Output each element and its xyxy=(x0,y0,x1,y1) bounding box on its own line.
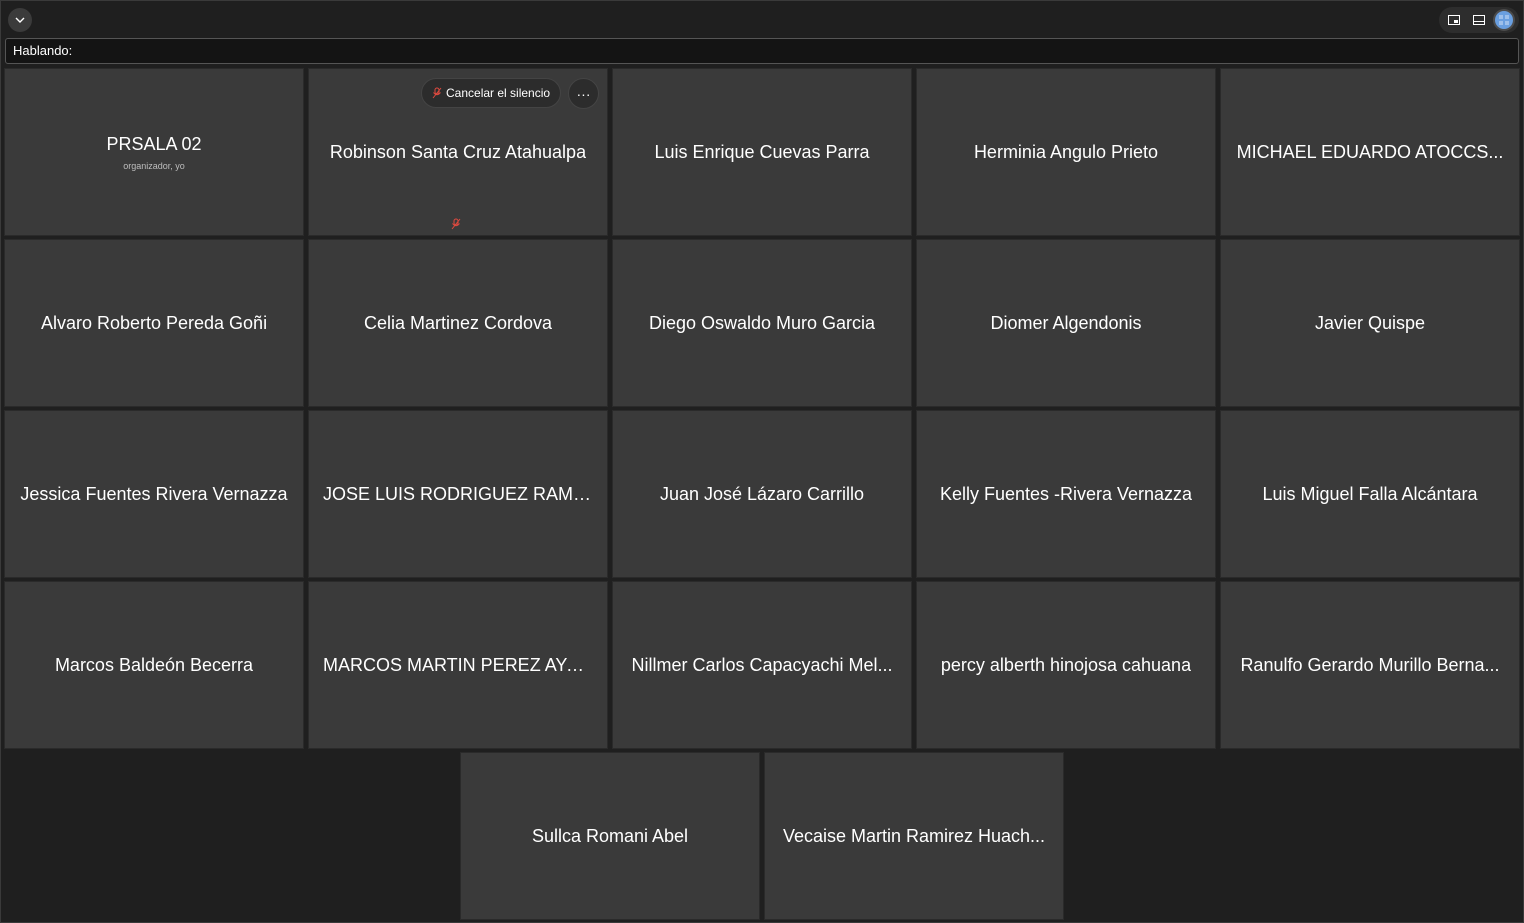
participant-tile[interactable]: percy alberth hinojosa cahuana xyxy=(916,581,1216,749)
participant-name: Celia Martinez Cordova xyxy=(363,312,553,333)
participant-tile[interactable]: Luis Miguel Falla Alcántara xyxy=(1220,410,1520,578)
participant-name: Diego Oswaldo Muro Garcia xyxy=(648,312,876,333)
participant-tile[interactable]: Kelly Fuentes -Rivera Vernazza xyxy=(916,410,1216,578)
more-options-button[interactable]: ··· xyxy=(568,78,599,109)
more-icon: ··· xyxy=(576,85,591,102)
participant-tile[interactable]: Ranulfo Gerardo Murillo Berna... xyxy=(1220,581,1520,749)
participant-tile[interactable]: Javier Quispe xyxy=(1220,239,1520,407)
participant-tile[interactable]: Marcos Baldeón Becerra xyxy=(4,581,304,749)
mic-off-icon xyxy=(451,218,461,230)
filmstrip-button[interactable] xyxy=(1468,9,1490,31)
participant-tile[interactable]: Vecaise Martin Ramirez Huach... xyxy=(764,752,1064,920)
participant-tile[interactable]: Herminia Angulo Prieto xyxy=(916,68,1216,236)
participant-name: JOSE LUIS RODRIGUEZ RAMIR... xyxy=(323,483,593,504)
picture-in-picture-button[interactable] xyxy=(1443,9,1465,31)
participant-name: Ranulfo Gerardo Murillo Berna... xyxy=(1240,654,1500,675)
filmstrip-icon xyxy=(1472,15,1485,25)
participant-name: Alvaro Roberto Pereda Goñi xyxy=(40,312,268,333)
participant-tile[interactable]: Diego Oswaldo Muro Garcia xyxy=(612,239,912,407)
mic-off-icon xyxy=(432,87,442,99)
participant-tile[interactable]: Alvaro Roberto Pereda Goñi xyxy=(4,239,304,407)
participant-name: Jessica Fuentes Rivera Vernazza xyxy=(20,483,288,504)
participant-tile[interactable]: Cancelar el silencio ··· Robinson Santa … xyxy=(308,68,608,236)
speaking-indicator: Hablando: xyxy=(5,38,1519,64)
participant-name: Kelly Fuentes -Rivera Vernazza xyxy=(939,483,1193,504)
participant-tile[interactable]: Sullca Romani Abel xyxy=(460,752,760,920)
picture-in-picture-icon xyxy=(1447,15,1460,25)
participant-name: MARCOS MARTIN PEREZ AYA... xyxy=(323,654,593,675)
chevron-down-icon xyxy=(15,17,25,23)
participant-tile[interactable]: Jessica Fuentes Rivera Vernazza xyxy=(4,410,304,578)
participant-role: organizador, yo xyxy=(123,160,185,171)
view-switcher xyxy=(1439,7,1519,33)
participant-name: Luis Enrique Cuevas Parra xyxy=(654,141,870,162)
participant-tile[interactable]: Juan José Lázaro Carrillo xyxy=(612,410,912,578)
muted-indicator xyxy=(450,217,462,231)
participant-name: Herminia Angulo Prieto xyxy=(973,141,1159,162)
participant-name: MICHAEL EDUARDO ATOCCS... xyxy=(1236,141,1504,162)
participant-name: Nillmer Carlos Capacyachi Mel... xyxy=(631,654,893,675)
unmute-button[interactable]: Cancelar el silencio xyxy=(421,78,562,108)
participant-name: Javier Quispe xyxy=(1314,312,1426,333)
participant-tile[interactable]: MARCOS MARTIN PEREZ AYA... xyxy=(308,581,608,749)
participant-name: Diomer Algendonis xyxy=(990,312,1142,333)
participant-name: Vecaise Martin Ramirez Huach... xyxy=(782,825,1046,846)
participant-tile[interactable]: Luis Enrique Cuevas Parra xyxy=(612,68,912,236)
participant-tile[interactable]: JOSE LUIS RODRIGUEZ RAMIR... xyxy=(308,410,608,578)
participant-tile[interactable]: Celia Martinez Cordova xyxy=(308,239,608,407)
participant-name: Juan José Lázaro Carrillo xyxy=(659,483,865,504)
gallery-view-button[interactable] xyxy=(1493,9,1516,31)
unmute-label: Cancelar el silencio xyxy=(446,86,551,100)
gallery-view-icon xyxy=(1495,11,1514,29)
participant-tile[interactable]: MICHAEL EDUARDO ATOCCS... xyxy=(1220,68,1520,236)
participant-tile[interactable]: PRSALA 02 organizador, yo xyxy=(4,68,304,236)
participant-tile[interactable]: Diomer Algendonis xyxy=(916,239,1216,407)
top-bar xyxy=(1,1,1523,37)
participant-name: Sullca Romani Abel xyxy=(531,825,689,846)
participant-name: Luis Miguel Falla Alcántara xyxy=(1262,483,1478,504)
participant-tile[interactable]: Nillmer Carlos Capacyachi Mel... xyxy=(612,581,912,749)
participant-name: Marcos Baldeón Becerra xyxy=(54,654,254,675)
participant-name: percy alberth hinojosa cahuana xyxy=(940,654,1192,675)
participant-name: PRSALA 02 xyxy=(106,133,202,154)
meeting-window: Hablando: PRSALA 02 organizador, yo Canc… xyxy=(0,0,1524,923)
participant-name: Robinson Santa Cruz Atahualpa xyxy=(329,141,587,162)
collapse-button[interactable] xyxy=(8,8,32,32)
